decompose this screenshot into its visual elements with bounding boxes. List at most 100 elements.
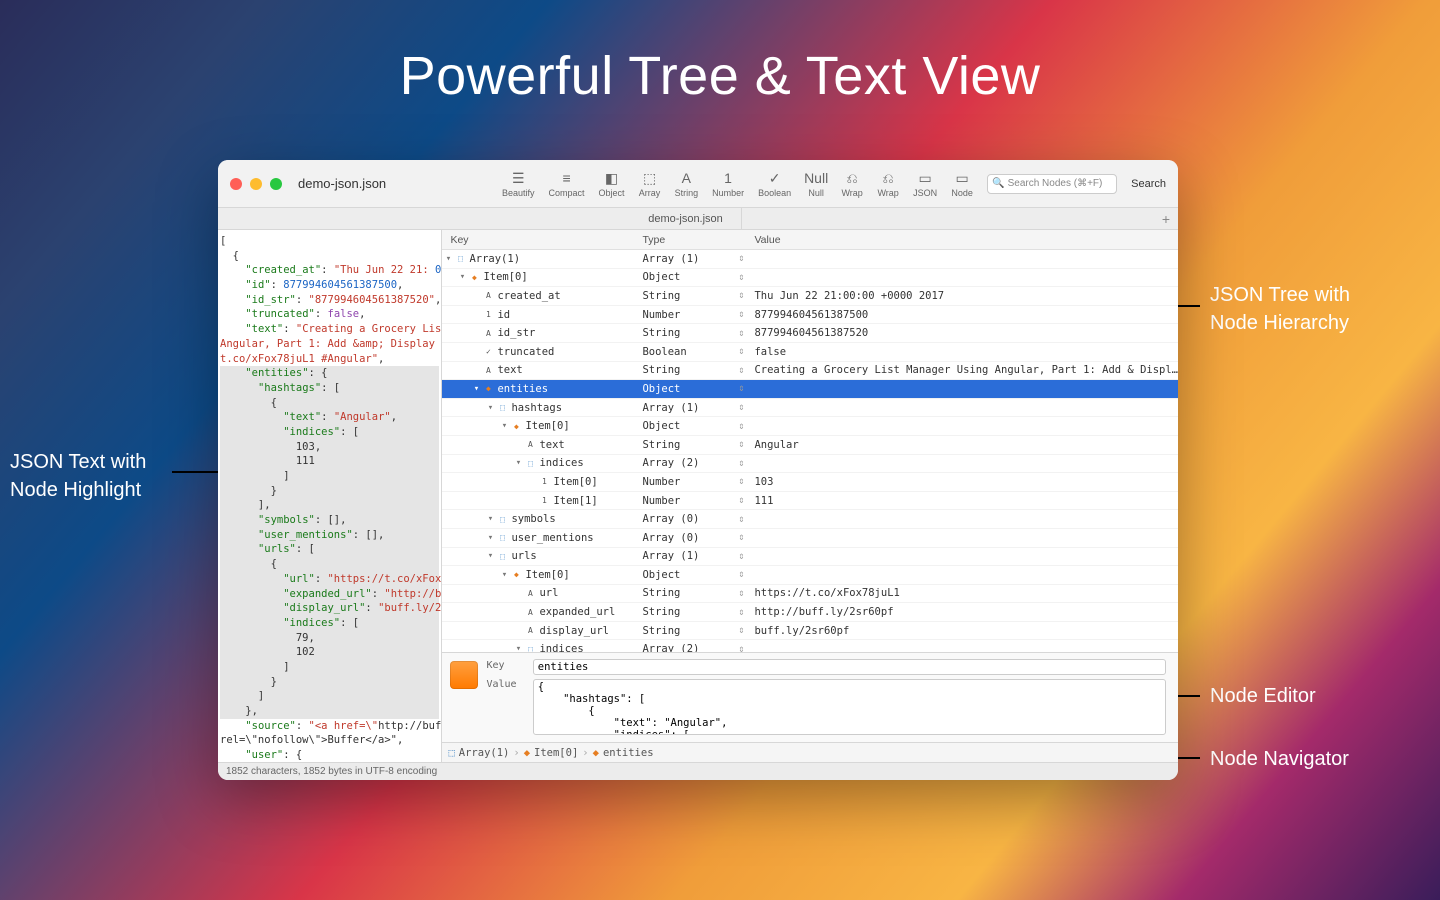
tree-row[interactable]: ▾⬚hashtagsArray (1)⇕ — [442, 399, 1178, 418]
editor-value-label: Value — [486, 679, 526, 690]
toolbar-boolean-button[interactable]: ✓Boolean — [758, 169, 791, 198]
tree-row[interactable]: 1idNumber⇕877994604561387500 — [442, 306, 1178, 325]
tree-body[interactable]: ▾⬚Array(1)Array (1)⇕▾◆Item[0]Object⇕Acre… — [442, 250, 1178, 652]
traffic-lights[interactable] — [230, 178, 282, 190]
toolbar-compact-button[interactable]: ≡Compact — [549, 169, 585, 198]
tree-row[interactable]: ▾⬚Array(1)Array (1)⇕ — [442, 250, 1178, 269]
arr-icon: ⬚ — [496, 402, 508, 414]
tab-strip: demo-json.json + — [218, 208, 1178, 230]
arr-icon: ⬚ — [496, 550, 508, 562]
num-icon: 1 — [538, 476, 550, 488]
toolbar-wrap-button[interactable]: ⎌Wrap — [841, 169, 863, 198]
str-icon: A — [524, 439, 536, 451]
window-title: demo-json.json — [298, 176, 386, 191]
toolbar-wrap-button[interactable]: ⎌Wrap — [877, 169, 899, 198]
compact-icon: ≡ — [556, 169, 578, 187]
tree-row[interactable]: AurlString⇕https://t.co/xFox78juL1 — [442, 585, 1178, 604]
str-icon: A — [524, 625, 536, 637]
tab-demo-json[interactable]: demo-json.json — [630, 208, 742, 229]
arr-icon: ⬚ — [496, 513, 508, 525]
json-tree-pane: Key Type Value ▾⬚Array(1)Array (1)⇕▾◆Ite… — [442, 230, 1178, 762]
tree-row[interactable]: ▾◆Item[0]Object⇕ — [442, 566, 1178, 585]
str-icon: A — [482, 290, 494, 302]
tree-row[interactable]: ▾⬚symbolsArray (0)⇕ — [442, 510, 1178, 529]
boolean-icon: ✓ — [764, 169, 786, 187]
app-window: demo-json.json ☰Beautify ≡Compact ◧Object ⬚… — [218, 160, 1178, 780]
col-key[interactable]: Key — [442, 234, 642, 246]
editor-value-input[interactable]: { "hashtags": [ { "text": "Angular", "in… — [533, 679, 1167, 735]
json-icon: ▭ — [914, 169, 936, 187]
hero-title: Powerful Tree & Text View — [0, 45, 1440, 107]
toolbar-object-button[interactable]: ◧Object — [599, 169, 625, 198]
toolbar-node-button[interactable]: ▭Node — [951, 169, 973, 198]
toolbar-number-button[interactable]: 1Number — [712, 169, 744, 198]
node-editor: Key entities Value { "hashtags": [ { "te… — [442, 652, 1178, 742]
tree-row[interactable]: ▾⬚urlsArray (1)⇕ — [442, 548, 1178, 567]
new-tab-button[interactable]: + — [1154, 211, 1178, 227]
tree-row[interactable]: AtextString⇕Angular — [442, 436, 1178, 455]
tree-row[interactable]: ✓truncatedBoolean⇕false — [442, 343, 1178, 362]
tree-row[interactable]: Aid_strString⇕877994604561387520 — [442, 324, 1178, 343]
editor-key-input[interactable]: entities — [533, 659, 1167, 675]
object-icon: ◧ — [601, 169, 623, 187]
str-icon: A — [482, 327, 494, 339]
arr-icon: ⬚ — [454, 253, 466, 265]
str-icon: A — [524, 587, 536, 599]
num-icon: 1 — [482, 309, 494, 321]
tree-row[interactable]: ▾⬚indicesArray (2)⇕ — [442, 640, 1178, 652]
tree-row[interactable]: Adisplay_urlString⇕buff.ly/2sr60pf — [442, 622, 1178, 641]
array-icon: ⬚ — [639, 169, 661, 187]
callout-node-navigator: Node Navigator — [1210, 745, 1349, 773]
titlebar: demo-json.json ☰Beautify ≡Compact ◧Object ⬚… — [218, 160, 1178, 208]
tree-row[interactable]: Acreated_atString⇕Thu Jun 22 21:00:00 +0… — [442, 287, 1178, 306]
arr-icon: ⬚ — [496, 532, 508, 544]
tree-header: Key Type Value — [442, 230, 1178, 250]
tree-row[interactable]: ▾◆entitiesObject⇕ — [442, 380, 1178, 399]
tree-row[interactable]: ▾◆Item[0]Object⇕ — [442, 269, 1178, 288]
obj-icon: ◆ — [468, 271, 480, 283]
toolbar-string-button[interactable]: AString — [675, 169, 699, 198]
toolbar: ☰Beautify≡Compact◧Object⬚ArrayAString1Nu… — [502, 169, 1166, 198]
zoom-icon[interactable] — [270, 178, 282, 190]
col-type[interactable]: Type — [642, 234, 732, 246]
callout-json-text: JSON Text withNode Highlight — [10, 448, 146, 504]
node-navigator[interactable]: ⬚Array(1) › ◆Item[0] › ◆entities — [442, 742, 1178, 762]
obj-icon: ◆ — [510, 569, 522, 581]
arr-icon: ⬚ — [524, 457, 536, 469]
tree-row[interactable]: AtextString⇕Creating a Grocery List Mana… — [442, 362, 1178, 381]
boo-icon: ✓ — [482, 346, 494, 358]
json-text-pane[interactable]: [ { "created_at": "Thu Jun 22 21: 00: 00… — [218, 230, 442, 762]
tree-row[interactable]: Aexpanded_urlString⇕http://buff.ly/2sr60… — [442, 603, 1178, 622]
callout-node-editor: Node Editor — [1210, 682, 1316, 710]
wrap-icon: ⎌ — [841, 169, 863, 187]
str-icon: A — [524, 606, 536, 618]
obj-icon: ◆ — [510, 420, 522, 432]
callout-json-tree: JSON Tree withNode Hierarchy — [1210, 281, 1350, 337]
close-icon[interactable] — [230, 178, 242, 190]
tree-row[interactable]: 1Item[1]Number⇕111 — [442, 492, 1178, 511]
obj-icon: ◆ — [482, 383, 494, 395]
tree-row[interactable]: ▾⬚user_mentionsArray (0)⇕ — [442, 529, 1178, 548]
beautify-icon: ☰ — [507, 169, 529, 187]
wrap-icon: ⎌ — [877, 169, 899, 187]
tree-row[interactable]: ▾◆Item[0]Object⇕ — [442, 417, 1178, 436]
toolbar-beautify-button[interactable]: ☰Beautify — [502, 169, 535, 198]
num-icon: 1 — [538, 495, 550, 507]
node-icon: ▭ — [951, 169, 973, 187]
tree-row[interactable]: ▾⬚indicesArray (2)⇕ — [442, 455, 1178, 474]
status-bar: 1852 characters, 1852 bytes in UTF-8 enc… — [218, 762, 1178, 780]
col-value[interactable]: Value — [750, 234, 1178, 246]
toolbar-array-button[interactable]: ⬚Array — [639, 169, 661, 198]
toolbar-json-button[interactable]: ▭JSON — [913, 169, 937, 198]
str-icon: A — [482, 364, 494, 376]
toolbar-null-button[interactable]: NullNull — [805, 169, 827, 198]
string-icon: A — [675, 169, 697, 187]
arr-icon: ⬚ — [524, 643, 536, 652]
object-icon — [450, 661, 478, 689]
tree-row[interactable]: 1Item[0]Number⇕103 — [442, 473, 1178, 492]
editor-key-label: Key — [486, 660, 526, 671]
minimize-icon[interactable] — [250, 178, 262, 190]
number-icon: 1 — [717, 169, 739, 187]
search-input[interactable]: 🔍Search Nodes (⌘+F) — [987, 174, 1117, 194]
search-button[interactable]: Search — [1131, 178, 1166, 190]
